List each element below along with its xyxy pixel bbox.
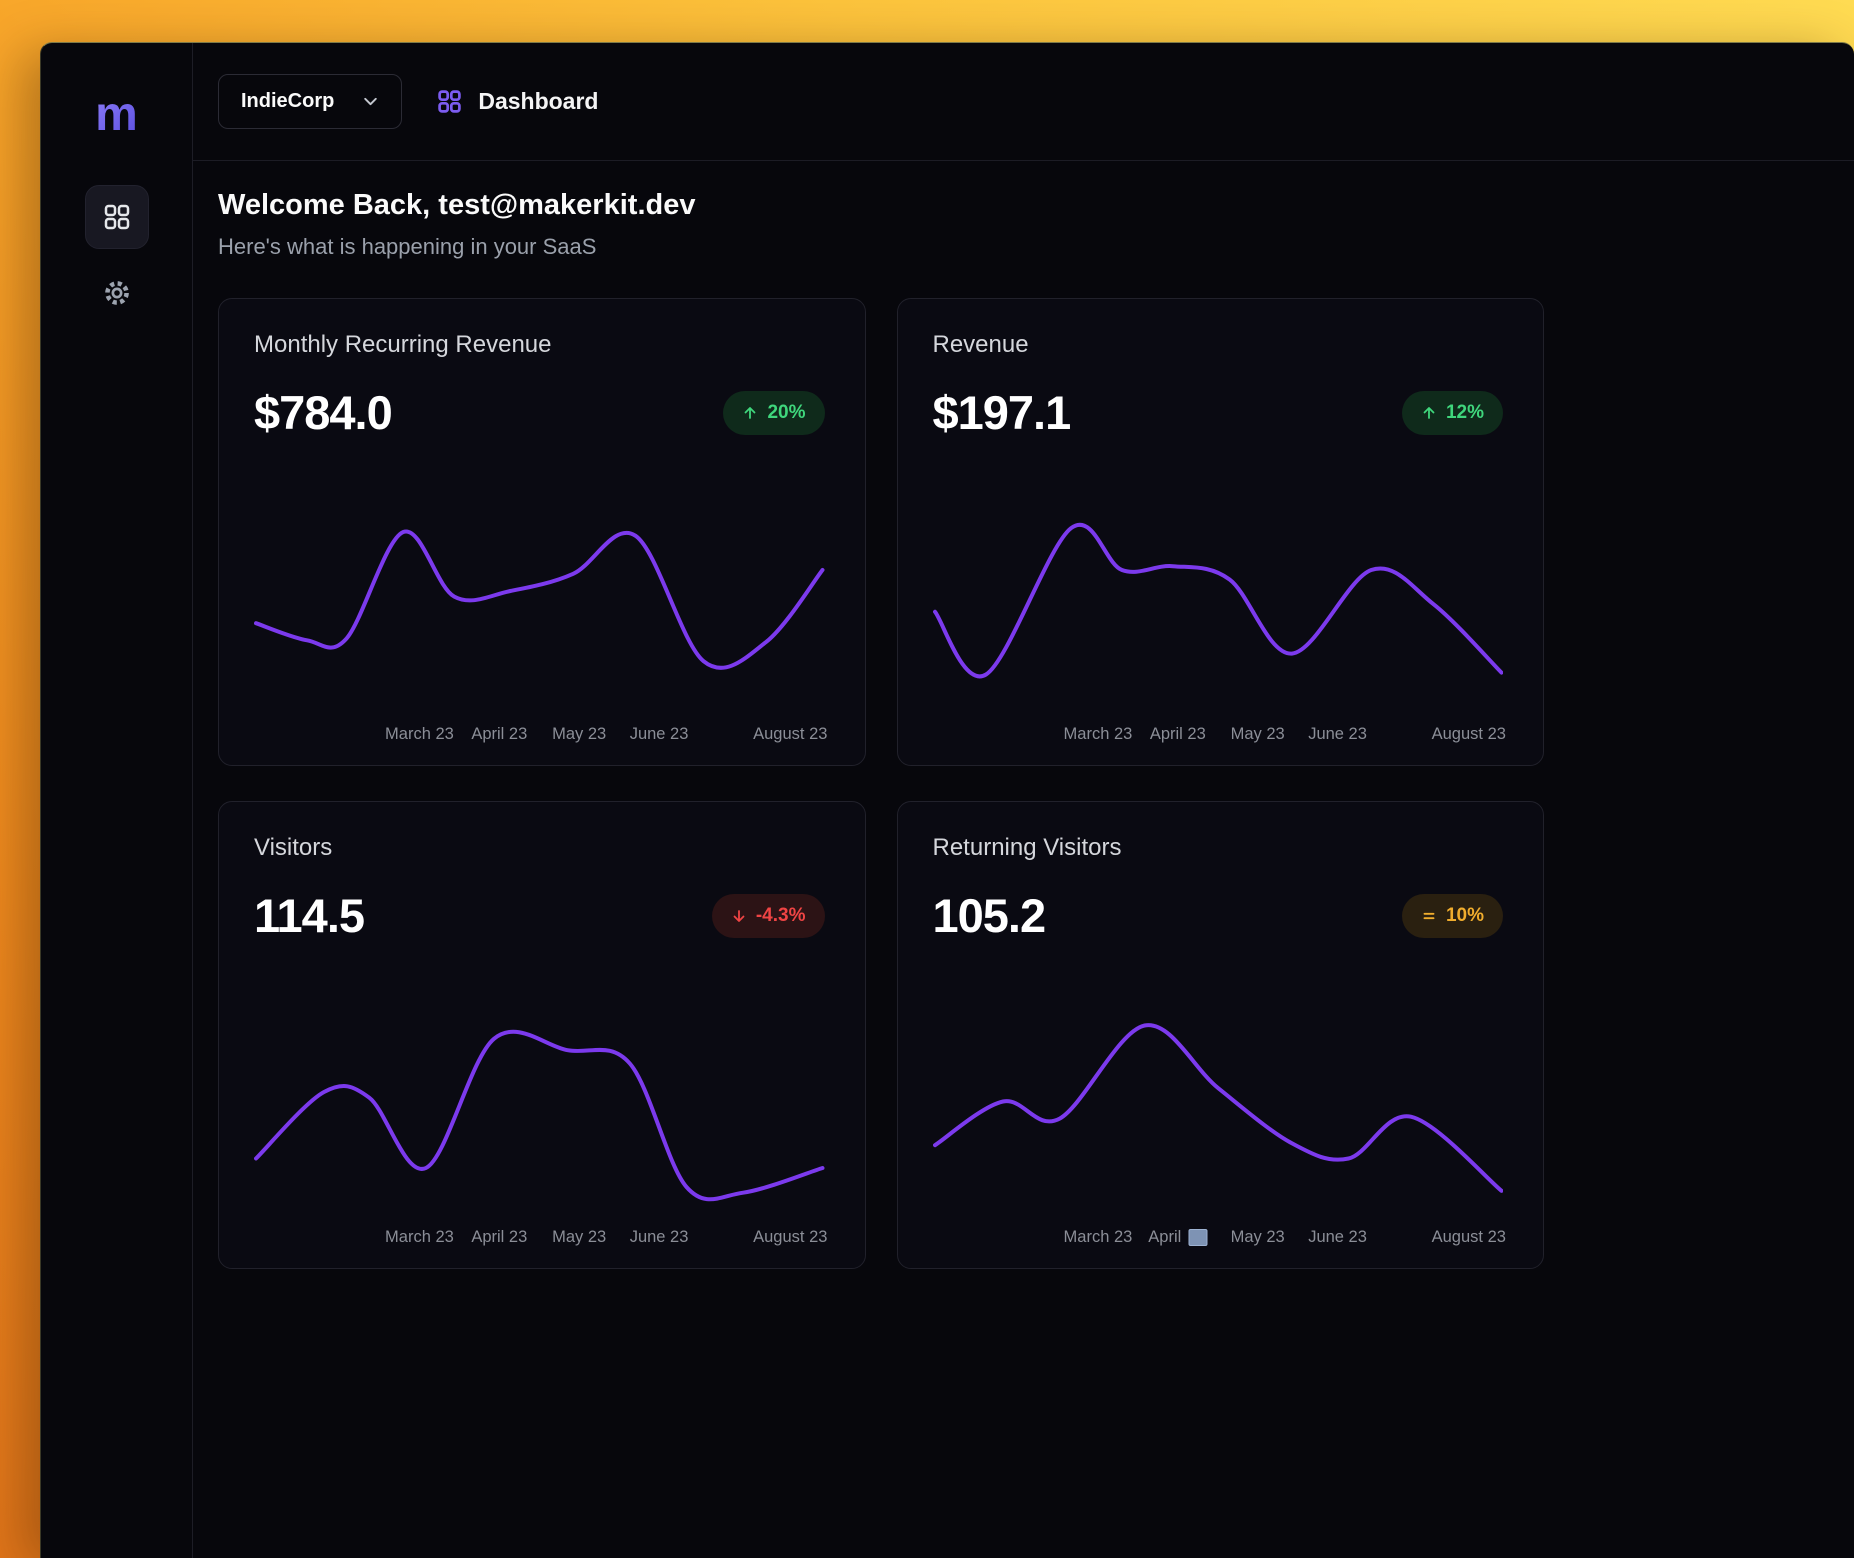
trend-badge: 10% <box>1402 894 1503 938</box>
welcome-subtitle: Here's what is happening in your SaaS <box>218 234 1854 260</box>
line-chart-mrr: March 23 April 23 May 23 June 23 August 23 <box>254 503 825 749</box>
card-title: Monthly Recurring Revenue <box>254 331 825 359</box>
metric-card-revenue: Revenue $197.1 12% March 23April <box>897 298 1545 766</box>
line-chart-svg <box>254 1006 825 1218</box>
trend-label: -4.3% <box>756 905 806 927</box>
x-axis-label: May 23 <box>1231 1228 1285 1247</box>
metric-card-returning-visitors: Returning Visitors 105.2 10% Marc <box>897 801 1545 1269</box>
trend-label: 10% <box>1446 905 1484 927</box>
card-title: Visitors <box>254 834 825 862</box>
x-axis: March 23 April 23 May 23 June 23 August 23 <box>254 1228 825 1252</box>
x-axis: March 23 April May 23 June 23 August 23 <box>933 1228 1504 1252</box>
x-axis-label: April <box>1148 1228 1207 1247</box>
sidebar-item-dashboard[interactable] <box>85 185 149 249</box>
x-axis-label: March 23 <box>385 725 454 744</box>
cards-grid: Monthly Recurring Revenue $784.0 20% <box>218 298 1544 1269</box>
metric-value: 114.5 <box>254 888 364 943</box>
gear-icon <box>101 277 133 309</box>
grid-icon <box>102 202 132 232</box>
dashboard-content: Welcome Back, test@makerkit.dev Here's w… <box>193 161 1854 1269</box>
card-title: Returning Visitors <box>933 834 1504 862</box>
trend-label: 20% <box>767 402 805 424</box>
sidebar: m <box>41 43 193 1558</box>
equals-icon <box>1421 908 1437 924</box>
value-row: 105.2 10% <box>933 888 1504 943</box>
x-axis-label: June 23 <box>1308 1228 1367 1247</box>
top-bar: IndieCorp Dashboard <box>193 43 1854 161</box>
arrow-up-icon <box>1421 405 1437 421</box>
x-axis-label: August 23 <box>1432 725 1506 744</box>
x-axis-label: June 23 <box>630 725 689 744</box>
x-axis-label: May 23 <box>1231 725 1285 744</box>
metric-card-mrr: Monthly Recurring Revenue $784.0 20% <box>218 298 866 766</box>
line-chart-svg <box>933 503 1504 715</box>
x-axis-label: April 23 <box>471 725 527 744</box>
x-axis: March 23 April 23 May 23 June 23 August 23 <box>254 725 825 749</box>
line-chart-revenue: March 23 April 23 May 23 June 23 August 23 <box>933 503 1504 749</box>
selection-highlight <box>1188 1229 1207 1246</box>
x-axis-label: June 23 <box>630 1228 689 1247</box>
x-axis: March 23 April 23 May 23 June 23 August 23 <box>933 725 1504 749</box>
metric-value: $784.0 <box>254 385 392 440</box>
sidebar-nav <box>85 185 149 321</box>
trend-label: 12% <box>1446 402 1484 424</box>
x-axis-label: August 23 <box>1432 1228 1506 1247</box>
x-axis-label: March 23 <box>1064 725 1133 744</box>
line-chart-visitors: March 23 April 23 May 23 June 23 August 23 <box>254 1006 825 1252</box>
org-selector-button[interactable]: IndieCorp <box>218 74 402 129</box>
x-axis-label: May 23 <box>552 1228 606 1247</box>
arrow-down-icon <box>731 908 747 924</box>
sidebar-item-settings[interactable] <box>85 265 149 321</box>
app-window: m <box>40 42 1854 1558</box>
trend-badge: 20% <box>723 391 824 435</box>
x-axis-label: June 23 <box>1308 725 1367 744</box>
metric-value: 105.2 <box>933 888 1046 943</box>
main-area: IndieCorp Dashboard <box>193 43 1854 1558</box>
x-axis-label: August 23 <box>753 725 827 744</box>
breadcrumb: Dashboard <box>436 88 598 115</box>
org-name: IndieCorp <box>241 90 334 113</box>
trend-badge: 12% <box>1402 391 1503 435</box>
card-title: Revenue <box>933 331 1504 359</box>
metric-card-visitors: Visitors 114.5 -4.3% March 23Apri <box>218 801 866 1269</box>
x-axis-label: March 23 <box>385 1228 454 1247</box>
arrow-up-icon <box>742 405 758 421</box>
x-axis-label: March 23 <box>1064 1228 1133 1247</box>
x-axis-label: August 23 <box>753 1228 827 1247</box>
trend-badge: -4.3% <box>712 894 825 938</box>
x-axis-label: April 23 <box>471 1228 527 1247</box>
value-row: 114.5 -4.3% <box>254 888 825 943</box>
value-row: $784.0 20% <box>254 385 825 440</box>
line-chart-returning-visitors: March 23 April May 23 June 23 August 23 <box>933 1006 1504 1252</box>
value-row: $197.1 12% <box>933 385 1504 440</box>
welcome-heading: Welcome Back, test@makerkit.dev <box>218 189 1854 222</box>
x-axis-label: April 23 <box>1150 725 1206 744</box>
line-chart-svg <box>254 503 825 715</box>
x-axis-label: May 23 <box>552 725 606 744</box>
metric-value: $197.1 <box>933 385 1071 440</box>
app-logo[interactable]: m <box>95 91 138 139</box>
page-title: Dashboard <box>478 88 598 115</box>
dashboard-grid-icon <box>436 88 463 115</box>
chevron-down-icon <box>362 93 379 110</box>
line-chart-svg <box>933 1006 1504 1218</box>
